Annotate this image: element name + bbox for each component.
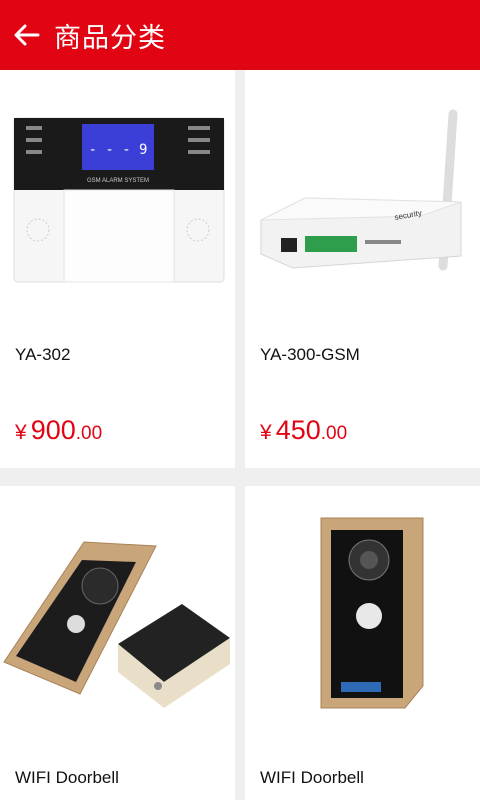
product-card[interactable]: WIFI Doorbell — [0, 486, 235, 800]
currency-symbol: ¥ — [260, 421, 272, 444]
price-decimal: .00 — [320, 423, 348, 444]
product-price: ¥900.00 — [15, 415, 102, 446]
product-card[interactable]: WIFI Doorbell — [245, 486, 480, 800]
arrow-left-icon — [14, 24, 40, 46]
product-name: WIFI Doorbell — [15, 768, 119, 787]
product-image — [3, 541, 230, 708]
page-title: 商品分类 — [54, 22, 166, 54]
price-decimal: .00 — [75, 423, 103, 444]
price-integer: 900 — [30, 415, 76, 445]
product-name: YA-302 — [15, 345, 71, 364]
price-integer: 450 — [275, 415, 321, 445]
product-card[interactable]: - - - 9 GSM ALARM SYSTEM YA-302 ¥900.00 — [0, 70, 235, 468]
back-button[interactable] — [0, 0, 54, 70]
currency-symbol: ¥ — [15, 421, 27, 444]
product-image — [320, 517, 424, 709]
top-bar: 商品分类 — [0, 0, 480, 70]
product-name: YA-300-GSM — [260, 345, 360, 364]
product-image: - - - 9 GSM ALARM SYSTEM — [13, 117, 225, 283]
product-card[interactable]: security YA-300-GSM ¥450.00 — [245, 70, 480, 468]
product-image: security — [260, 109, 462, 271]
product-price: ¥450.00 — [260, 415, 347, 446]
svg-text:GSM ALARM SYSTEM: GSM ALARM SYSTEM — [87, 178, 149, 184]
svg-text:- - - 9: - - - 9 — [88, 142, 147, 158]
product-name: WIFI Doorbell — [260, 768, 364, 787]
